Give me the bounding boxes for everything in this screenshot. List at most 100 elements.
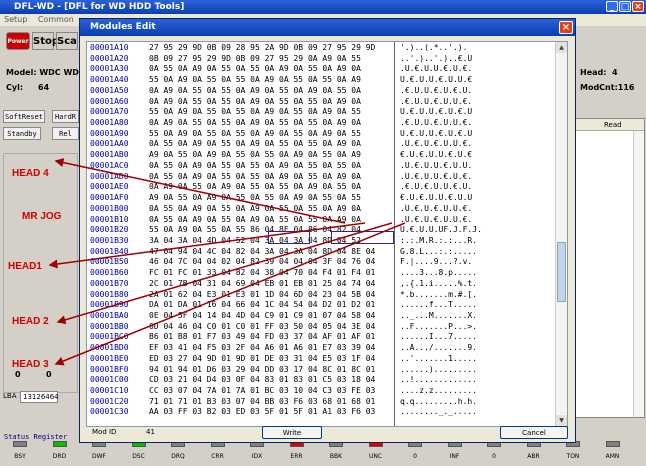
status-led-indicator xyxy=(605,441,620,447)
hex-row[interactable]: 00001C00 CD 03 21 04 D4 03 0F 04 83 01 83… xyxy=(87,375,567,386)
hex-bytes: 0B 09 27 95 29 9D 0B 09 27 95 29 0A A9 0… xyxy=(149,53,361,63)
hex-address: 00001AD0 xyxy=(90,171,129,181)
hex-row[interactable]: 00001B40 47 04 94 04 4C 04 82 04 3A 04 3A… xyxy=(87,247,567,258)
app-title: DFL-WD - [DFL for WD HDD Tools] xyxy=(14,2,185,12)
hex-row[interactable]: 00001B10 0A 55 0A A9 0A 55 0A A9 0A 55 0A… xyxy=(87,215,567,226)
scan-button[interactable]: Sca xyxy=(56,32,78,50)
hex-bytes: CC 03 07 04 7A 01 7A 01 BC 03 10 04 C3 0… xyxy=(149,386,376,396)
softreset-button[interactable]: SoftReset xyxy=(3,110,45,123)
hex-bytes: 55 0A A9 0A 55 0A 55 0A A9 0A 55 0A A9 0… xyxy=(149,107,361,117)
cyl-label: Cyl: xyxy=(6,83,24,92)
hex-address: 00001B30 xyxy=(90,235,129,245)
hex-address: 00001AA0 xyxy=(90,139,129,149)
hex-bytes: EF 03 41 04 F5 03 2F 04 A6 01 A6 01 E7 0… xyxy=(149,343,376,353)
hex-ascii: ......f...T..... xyxy=(400,300,478,310)
hex-ascii: G.8.L...:.:..... xyxy=(400,246,478,256)
power-button[interactable]: Power xyxy=(6,32,30,50)
hex-ascii: U.€.U.U.€.U.U.€ xyxy=(400,75,473,85)
hex-address: 00001A50 xyxy=(90,85,129,95)
scroll-up-icon[interactable]: ▲ xyxy=(556,42,567,53)
hex-row[interactable]: 00001B20 55 0A A9 0A 55 0A 55 86 04 8E 04… xyxy=(87,225,567,236)
hex-row[interactable]: 00001AC0 0A 55 0A A9 0A 55 0A 55 0A A9 0A… xyxy=(87,161,567,172)
hex-row[interactable]: 00001A70 55 0A A9 0A 55 0A 55 0A A9 0A 55… xyxy=(87,107,567,118)
hex-row[interactable]: 00001A50 0A A9 0A 55 0A 55 0A A9 0A 55 0A… xyxy=(87,86,567,97)
standby-button[interactable]: Standby xyxy=(3,127,41,140)
hex-bytes: ED 03 27 04 9D 01 9D 01 DE 03 31 04 E5 0… xyxy=(149,353,376,363)
hex-bytes: 2C 01 7B 04 31 04 69 04 EB 01 EB 01 25 0… xyxy=(149,278,376,288)
hex-ascii: U.€.U.U.UF.J.F.J. xyxy=(400,225,482,235)
stop-button[interactable]: Stop xyxy=(32,32,59,50)
release-button[interactable]: Rel xyxy=(52,127,79,140)
hex-address: 00001BB0 xyxy=(90,321,129,331)
hex-row[interactable]: 00001AE0 0A A9 0A 55 0A A9 0A 55 0A 55 0A… xyxy=(87,182,567,193)
hex-row[interactable]: 00001AF0 A9 0A 55 0A A9 0A 55 0A 55 0A A9… xyxy=(87,193,567,204)
hex-row[interactable]: 00001C20 71 01 71 01 B3 03 07 04 BB 03 F6… xyxy=(87,397,567,408)
read-header: Read xyxy=(576,119,644,131)
hex-address: 00001B20 xyxy=(90,225,129,235)
status-led-label: DRD xyxy=(52,453,67,460)
hex-row[interactable]: 00001BB0 0D 04 46 04 C0 01 C0 01 FF 03 50… xyxy=(87,322,567,333)
menu-common[interactable]: Common xyxy=(38,15,74,24)
hex-bytes: 27 95 29 9D 0B 09 28 95 2A 9D 0B 09 27 9… xyxy=(149,43,376,52)
hex-bytes: 0A A9 0A 55 0A 55 0A A9 0A 55 0A 55 0A A… xyxy=(149,118,361,128)
hex-row[interactable]: 00001BC0 B6 01 B8 01 F7 03 49 04 FD 03 37… xyxy=(87,332,567,343)
hex-row[interactable]: 00001B80 2A 01 62 04 E3 01 E3 01 1D 04 6D… xyxy=(87,290,567,301)
hex-row[interactable]: 00001A40 55 0A A9 0A 55 0A 55 0A A9 0A 55… xyxy=(87,75,567,86)
hardreset-button[interactable]: HardR xyxy=(52,110,79,123)
hex-address: 00001A60 xyxy=(90,96,129,106)
hex-row[interactable]: 00001A80 0A A9 0A 55 0A 55 0A A9 0A 55 0A… xyxy=(87,118,567,129)
hex-row[interactable]: 00001B00 0A 55 0A A9 0A 55 0A A9 0A 55 0A… xyxy=(87,204,567,215)
hex-address: 00001B60 xyxy=(90,268,129,278)
status-led-label: 0 xyxy=(492,453,496,460)
scroll-thumb[interactable] xyxy=(557,242,566,302)
hex-row[interactable]: 00001BE0 ED 03 27 04 9D 01 9D 01 DE 03 31… xyxy=(87,354,567,365)
hex-row[interactable]: 00001BF0 94 01 94 01 D6 03 29 04 DD 03 17… xyxy=(87,365,567,376)
hex-ascii: ....3...8.p..... xyxy=(400,268,478,278)
hex-bytes: B6 01 B8 01 F7 03 49 04 FD 03 37 04 AF 0… xyxy=(149,332,376,342)
hex-row[interactable]: 00001A60 0A A9 0A 55 0A 55 0A A9 0A 55 0A… xyxy=(87,97,567,108)
hex-address: 00001A70 xyxy=(90,107,129,117)
hex-editor[interactable]: 00001A10 27 95 29 9D 0B 09 28 95 2A 9D 0B… xyxy=(86,41,568,427)
dialog-close-icon[interactable]: × xyxy=(559,21,573,34)
hex-bytes: 0E 04 5F 04 14 04 4D 04 C9 01 C9 01 07 0… xyxy=(149,311,376,320)
write-button[interactable]: Write xyxy=(262,426,322,439)
hex-ascii: .€.U.U.€.U.€.U. xyxy=(400,85,473,95)
hex-row[interactable]: 00001B90 DA 01 DA 01 16 04 66 04 1C 04 54… xyxy=(87,300,567,311)
hex-row[interactable]: 00001A30 0A 55 0A A9 0A 55 0A 55 0A A9 0A… xyxy=(87,64,567,75)
maximize-icon[interactable]: □ xyxy=(619,1,631,12)
hex-address: 00001C30 xyxy=(90,407,129,417)
hex-scrollbar[interactable]: ▲ ▼ xyxy=(555,42,567,426)
hex-address: 00001A80 xyxy=(90,118,129,128)
menu-setup[interactable]: Setup xyxy=(4,15,27,24)
hex-row[interactable]: 00001AB0 A9 0A 55 0A A9 0A 55 0A 55 0A A9… xyxy=(87,150,567,161)
hex-row[interactable]: 00001C10 CC 03 07 04 7A 01 7A 01 BC 03 10… xyxy=(87,386,567,397)
hex-bytes: 0D 04 46 04 C0 01 C0 01 FF 03 50 04 05 0… xyxy=(149,321,376,331)
hex-address: 00001A40 xyxy=(90,75,129,85)
hex-ascii: ..!............. xyxy=(400,375,478,385)
cancel-button[interactable]: Cancel xyxy=(500,426,568,439)
minimize-icon[interactable]: _ xyxy=(606,1,618,12)
close-icon[interactable]: × xyxy=(632,1,644,12)
hex-bytes: 3A 04 3A 04 4D 04 52 04 3A 04 3A 04 8D 0… xyxy=(149,235,361,245)
status-led-label: BSY xyxy=(14,453,26,460)
hex-address: 00001BD0 xyxy=(90,343,129,353)
right-scrollbar[interactable] xyxy=(633,131,644,417)
dialog-footer: Mod ID 41 Write Cancel xyxy=(80,421,575,443)
hex-bytes: 0A 55 0A A9 0A 55 0A 55 0A A9 0A 55 0A 5… xyxy=(149,160,361,170)
hex-row[interactable]: 00001A90 55 0A A9 0A 55 0A 55 0A A9 0A 55… xyxy=(87,129,567,140)
hex-row[interactable]: 00001A20 0B 09 27 95 29 9D 0B 09 27 95 29… xyxy=(87,54,567,65)
hex-row[interactable]: 00001BD0 EF 03 41 04 F5 03 2F 04 A6 01 A6… xyxy=(87,343,567,354)
left-panel xyxy=(3,153,78,393)
hex-row[interactable]: 00001BA0 0E 04 5F 04 14 04 4D 04 C9 01 C9… xyxy=(87,311,567,322)
hex-row[interactable]: 00001AA0 0A 55 0A A9 0A 55 0A A9 0A 55 0A… xyxy=(87,139,567,150)
hex-ascii: F.|....9...?.v. xyxy=(400,257,473,267)
hex-address: 00001B10 xyxy=(90,214,129,224)
hex-row[interactable]: 00001B30 3A 04 3A 04 4D 04 52 04 3A 04 3A… xyxy=(87,236,567,247)
hex-row[interactable]: 00001B70 2C 01 7B 04 31 04 69 04 EB 01 EB… xyxy=(87,279,567,290)
hex-row[interactable]: 00001AD0 0A 55 0A A9 0A 55 0A 55 0A A9 0A… xyxy=(87,172,567,183)
hex-row[interactable]: 00001B50 46 04 7C 04 04 02 04 82 39 04 04… xyxy=(87,257,567,268)
hex-row[interactable]: 00001B60 FC 01 FC 01 33 04 82 04 38 04 70… xyxy=(87,268,567,279)
hex-row[interactable]: 00001C30 AA 03 FF 03 B2 03 ED 03 5F 01 5F… xyxy=(87,407,567,418)
lba-input[interactable]: 13126464 xyxy=(20,391,59,403)
hex-row[interactable]: 00001A10 27 95 29 9D 0B 09 28 95 2A 9D 0B… xyxy=(87,43,567,54)
